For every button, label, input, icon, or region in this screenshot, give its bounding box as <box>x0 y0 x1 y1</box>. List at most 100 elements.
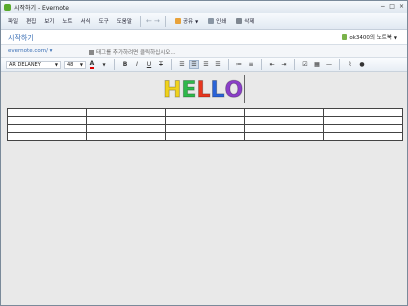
toolbar-divider <box>339 59 340 70</box>
chevron-down-icon: ▼ <box>195 18 199 24</box>
table-cell[interactable] <box>86 108 166 117</box>
font-size-select[interactable]: 48 ▼ <box>64 60 86 69</box>
hello-letter: H <box>162 78 182 103</box>
back-arrow-icon[interactable]: ← <box>145 17 153 25</box>
toolbar-divider <box>139 15 141 27</box>
toolbar-divider <box>261 59 262 70</box>
menu-format[interactable]: 서식 <box>77 17 95 25</box>
tag-hint: 태그를 추가하려면 클릭하십시오... <box>96 50 176 56</box>
printer-icon <box>208 18 215 24</box>
table-cell[interactable] <box>86 124 166 133</box>
horizontal-rule-button[interactable]: — <box>324 60 334 69</box>
share-button[interactable]: 공유 ▼ <box>170 17 203 25</box>
format-toolbar: AR DELANEY ▼ 48 ▼ A ▼ B I U T ☰ ☰ ☰ ☰ ≔ … <box>1 58 407 72</box>
table-cell[interactable] <box>7 108 87 117</box>
attach-icon[interactable]: ⌇ <box>345 60 355 69</box>
table-cell[interactable] <box>165 108 245 117</box>
table-cell[interactable] <box>165 116 245 125</box>
close-button[interactable]: × <box>399 3 404 10</box>
align-right-button[interactable]: ☰ <box>201 60 211 69</box>
menu-tools[interactable]: 도구 <box>95 17 113 25</box>
hello-letter: L <box>196 78 211 103</box>
table-cell[interactable] <box>323 116 403 125</box>
note-table[interactable] <box>7 108 403 141</box>
hello-letter: E <box>181 78 197 103</box>
font-color-icon: A <box>89 60 95 69</box>
menu-view[interactable]: 보기 <box>40 17 58 25</box>
bold-button[interactable]: B <box>120 60 130 69</box>
tag-input[interactable]: 태그를 추가하려면 클릭하십시오... <box>89 48 176 56</box>
title-bar: 시작하기 - Evernote − □ × <box>1 1 407 13</box>
indent-button[interactable]: ⇥ <box>279 60 289 69</box>
app-window: 시작하기 - Evernote − □ × 파일 편집 보기 노트 서식 도구 … <box>0 0 408 306</box>
table-cell[interactable] <box>86 132 166 141</box>
tag-icon <box>89 49 94 55</box>
menu-file[interactable]: 파일 <box>4 17 22 25</box>
table-row <box>7 124 403 133</box>
table-cell[interactable] <box>165 132 245 141</box>
table-row <box>7 132 403 141</box>
table-cell[interactable] <box>7 132 87 141</box>
notebook-icon <box>342 34 348 40</box>
strikethrough-button[interactable]: T <box>156 60 166 69</box>
microphone-icon[interactable]: ● <box>357 60 367 69</box>
checkbox-button[interactable]: ☑ <box>300 60 310 69</box>
note-editor[interactable]: HELLO <box>1 72 407 305</box>
align-center-button[interactable]: ☰ <box>189 60 199 69</box>
chevron-down-icon: ▼ <box>54 62 58 67</box>
window-controls: − □ × <box>380 3 404 10</box>
underline-button[interactable]: U <box>144 60 154 69</box>
hello-letter: L <box>210 78 225 103</box>
align-left-button[interactable]: ☰ <box>177 60 187 69</box>
table-cell[interactable] <box>244 132 324 141</box>
justify-button[interactable]: ☰ <box>213 60 223 69</box>
minimize-button[interactable]: − <box>380 3 385 10</box>
font-size-value: 48 <box>67 61 74 68</box>
font-family-value: AR DELANEY <box>9 61 41 68</box>
font-color-dropdown[interactable]: ▼ <box>99 60 109 69</box>
menu-note[interactable]: 노트 <box>58 17 76 25</box>
table-row <box>7 108 403 117</box>
table-cell[interactable] <box>7 116 87 125</box>
menu-toolbar: 파일 편집 보기 노트 서식 도구 도움말 ← → 공유 ▼ 인쇄 삭제 <box>1 13 407 30</box>
toolbar-divider <box>114 59 115 70</box>
table-cell[interactable] <box>165 124 245 133</box>
font-color-button[interactable]: A <box>87 60 97 69</box>
menu-help[interactable]: 도움말 <box>113 17 136 25</box>
table-cell[interactable] <box>323 132 403 141</box>
toolbar-divider <box>164 15 166 27</box>
evernote-logo-icon <box>4 3 11 11</box>
note-title[interactable]: 시작하기 <box>8 33 34 43</box>
print-label: 인쇄 <box>216 19 227 25</box>
italic-button[interactable]: I <box>132 60 142 69</box>
share-icon <box>174 18 181 24</box>
forward-arrow-icon[interactable]: → <box>153 17 161 25</box>
note-header: 시작하기 ok3400의 노트북 ▼ <box>1 30 407 45</box>
font-family-select[interactable]: AR DELANEY ▼ <box>6 60 61 69</box>
table-cell[interactable] <box>244 108 324 117</box>
bullet-list-button[interactable]: ≔ <box>234 60 244 69</box>
delete-button[interactable]: 삭제 <box>231 17 259 25</box>
table-cell[interactable] <box>86 116 166 125</box>
hello-letter: O <box>224 78 244 103</box>
table-button[interactable]: ▦ <box>312 60 322 69</box>
table-cell[interactable] <box>7 124 87 133</box>
numbered-list-button[interactable]: ≡ <box>246 60 256 69</box>
table-cell[interactable] <box>323 124 403 133</box>
delete-label: 삭제 <box>244 19 255 25</box>
menu-edit[interactable]: 편집 <box>22 17 40 25</box>
notebook-selector[interactable]: ok3400의 노트북 ▼ <box>342 33 397 41</box>
maximize-button[interactable]: □ <box>389 3 395 10</box>
chevron-down-icon: ▼ <box>79 62 83 67</box>
toolbar-divider <box>294 59 295 70</box>
table-cell[interactable] <box>244 124 324 133</box>
toolbar-divider <box>171 59 172 70</box>
source-url-link[interactable]: evernote.com/ ▾ <box>8 48 52 54</box>
toolbar-divider <box>228 59 229 70</box>
chevron-down-icon: ▼ <box>393 34 397 40</box>
table-cell[interactable] <box>244 116 324 125</box>
print-button[interactable]: 인쇄 <box>203 17 231 25</box>
table-cell[interactable] <box>323 108 403 117</box>
hello-heading: HELLO <box>162 78 244 103</box>
outdent-button[interactable]: ⇤ <box>267 60 277 69</box>
